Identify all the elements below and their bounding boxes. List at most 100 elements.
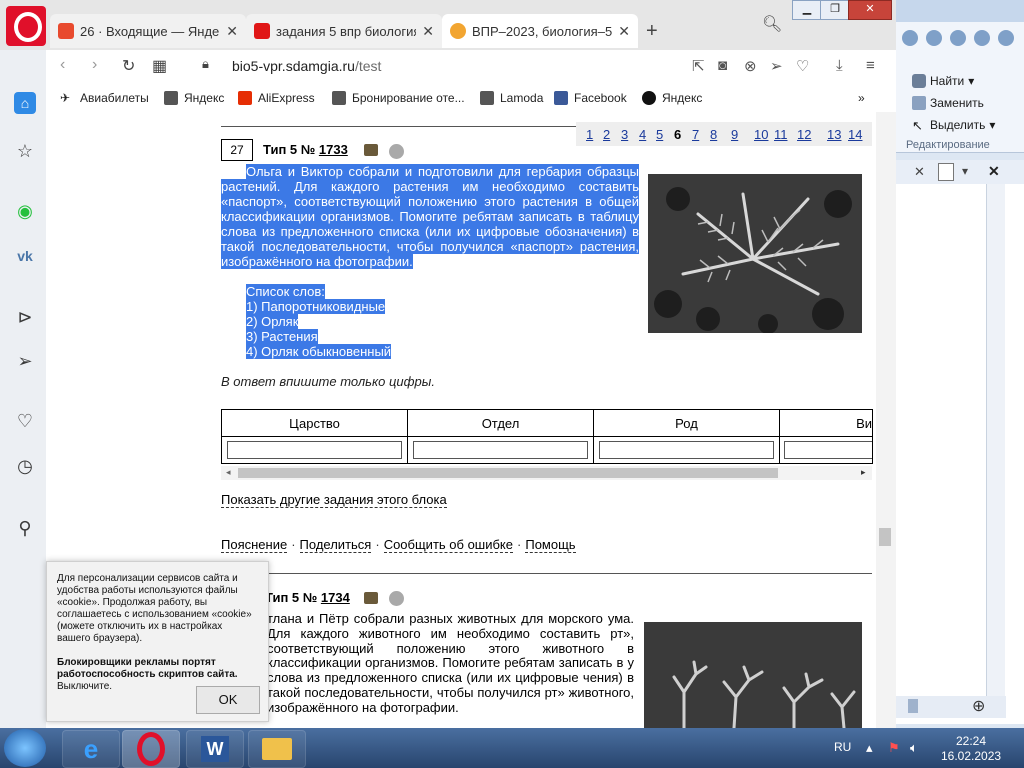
task-id-link[interactable]: 1733 — [319, 142, 348, 157]
heart-icon[interactable]: ♡ — [14, 410, 36, 432]
whatsapp-icon[interactable]: ◉ — [14, 200, 36, 222]
block-icon[interactable]: ⊗ — [744, 57, 757, 75]
task-number-link[interactable]: 10 — [754, 127, 768, 142]
word-select-button[interactable]: ↖ Выделить ▾ — [912, 118, 995, 133]
bookmark-aviatickets[interactable]: ✈ Авиабилеты — [60, 91, 149, 105]
briefcase-icon[interactable] — [364, 144, 378, 156]
scroll-right-icon[interactable]: ▸ — [861, 467, 866, 478]
back-icon[interactable]: ‹ — [60, 56, 65, 74]
new-doc-icon[interactable] — [938, 163, 954, 181]
page-scrollbar[interactable] — [876, 112, 896, 728]
bookmark-yandex[interactable]: Яндекс — [164, 91, 224, 105]
bookmark-aliexpress[interactable]: AliExpress — [238, 91, 315, 105]
tab-mail[interactable]: 26 · Входящие — Яндекс П ✕ — [50, 14, 246, 48]
task-number-link[interactable]: 8 — [710, 127, 717, 142]
share-icon[interactable]: ⇱ — [692, 57, 705, 75]
page-scrollbar-thumb[interactable] — [879, 528, 891, 546]
answer-input-genus[interactable] — [599, 441, 774, 459]
url-field[interactable]: bio5-vpr.sdamgia.ru/test — [232, 58, 381, 74]
bookmark-facebook[interactable]: Facebook — [554, 91, 627, 105]
home-icon[interactable]: ⌂ — [14, 92, 36, 114]
tray-expand-icon[interactable]: ▴ — [866, 740, 873, 756]
taskbar-explorer[interactable] — [248, 730, 306, 768]
status-dot[interactable] — [389, 144, 404, 159]
status-dot[interactable] — [389, 591, 404, 606]
bookmark-yandex-2[interactable]: Яндекс — [642, 91, 702, 105]
vk-icon[interactable]: vk — [14, 245, 36, 267]
binoculars-icon — [912, 74, 926, 88]
bookmark-booking[interactable]: Бронирование оте... — [332, 91, 465, 105]
taskbar-ie[interactable]: e — [62, 730, 120, 768]
minimize-button[interactable]: ▁ — [792, 0, 822, 20]
task-number-link[interactable]: 13 — [827, 127, 841, 142]
download-icon[interactable]: ⤓ — [836, 57, 843, 74]
answer-input-division[interactable] — [413, 441, 588, 459]
task-number-link[interactable]: 6 — [674, 127, 681, 142]
search-icon[interactable]: 🔍︎ — [762, 14, 782, 34]
taskbar-word[interactable]: W — [186, 730, 244, 768]
star-icon[interactable]: ☆ — [14, 140, 36, 162]
taskbar-opera[interactable] — [122, 730, 180, 768]
close-icon[interactable]: ✕ — [914, 164, 925, 180]
answer-input-species[interactable] — [784, 441, 872, 459]
clock[interactable]: 22:24 16.02.2023 — [941, 734, 1001, 764]
bookmarks-more-icon[interactable]: » — [858, 91, 865, 105]
opera-logo-icon[interactable] — [6, 6, 46, 46]
task-number-link[interactable]: 3 — [621, 127, 628, 142]
show-more-link[interactable]: Показать другие задания этого блока — [221, 492, 447, 508]
table-scrollbar-thumb[interactable] — [238, 468, 778, 478]
volume-icon[interactable]: 🔈︎ — [910, 740, 918, 756]
close-icon[interactable]: ✕ — [618, 23, 630, 40]
maximize-button[interactable]: ❐ — [820, 0, 850, 20]
task-number-link[interactable]: 11 — [774, 127, 788, 142]
player-icon[interactable]: ⊳ — [14, 306, 36, 328]
chevron-down-icon[interactable]: ▾ — [962, 164, 968, 178]
bookmark-lamoda[interactable]: Lamoda — [480, 91, 543, 105]
tab-sdamgia[interactable]: ВПР–2023, биология–5: за ✕ — [442, 14, 638, 48]
word-zoom-bar: ⊕ — [896, 696, 1006, 718]
tab-yandex-search[interactable]: задания 5 впр биология 5 ✕ — [246, 14, 442, 48]
task-number-link[interactable]: 2 — [603, 127, 610, 142]
help-link[interactable]: Помощь — [525, 537, 576, 553]
word-scrollbar[interactable] — [986, 184, 1005, 714]
new-tab-icon[interactable]: + — [646, 20, 658, 43]
share-link[interactable]: Поделиться — [299, 537, 372, 553]
start-button[interactable] — [4, 729, 46, 767]
close-window-button[interactable]: ✕ — [848, 0, 892, 20]
forward-icon[interactable]: › — [92, 56, 97, 74]
menu-icon[interactable]: ≡ — [866, 57, 875, 74]
report-error-link[interactable]: Сообщить об ошибке — [383, 537, 513, 553]
task-number-link[interactable]: 4 — [639, 127, 646, 142]
task-number-link[interactable]: 5 — [656, 127, 663, 142]
scroll-left-icon[interactable]: ◂ — [226, 467, 231, 478]
briefcase-icon[interactable] — [364, 592, 378, 604]
task-number-link[interactable]: 7 — [692, 127, 699, 142]
send-icon[interactable]: ➢ — [14, 350, 36, 372]
zoom-slider-thumb[interactable] — [908, 699, 918, 713]
task-number-link[interactable]: 14 — [848, 127, 862, 142]
word-replace-button[interactable]: Заменить — [912, 96, 984, 110]
lock-icon[interactable]: 🔒︎ — [202, 56, 209, 72]
cookie-ok-button[interactable]: OK — [196, 686, 260, 714]
task-id-link[interactable]: 1734 — [321, 590, 350, 605]
speed-dial-icon[interactable]: ▦ — [152, 56, 167, 76]
flag-icon[interactable]: ⚑ — [888, 740, 900, 756]
close-icon[interactable]: ✕ — [422, 23, 434, 40]
word-find-button[interactable]: Найти ▾ — [912, 74, 974, 88]
close-icon[interactable]: ✕ — [226, 23, 238, 40]
send-icon[interactable]: ➢ — [770, 57, 783, 75]
language-indicator[interactable]: RU — [834, 740, 851, 754]
heart-icon[interactable]: ♡ — [796, 57, 809, 75]
camera-icon[interactable]: ◙ — [718, 57, 727, 74]
close-icon[interactable]: ✕ — [988, 163, 1000, 180]
zoom-in-icon[interactable]: ⊕ — [972, 696, 985, 716]
lightbulb-icon[interactable]: ⚲ — [14, 517, 36, 539]
reload-icon[interactable]: ↻ — [122, 56, 135, 76]
task-number-link[interactable]: 9 — [731, 127, 738, 142]
explanation-link[interactable]: Пояснение — [221, 537, 288, 553]
answer-input-kingdom[interactable] — [227, 441, 402, 459]
task-number-link[interactable]: 1 — [586, 127, 593, 142]
history-icon[interactable]: ◷ — [14, 455, 36, 477]
answer-table: Царство Отдел Род Ви — [221, 409, 873, 464]
task-number-link[interactable]: 12 — [797, 127, 811, 142]
